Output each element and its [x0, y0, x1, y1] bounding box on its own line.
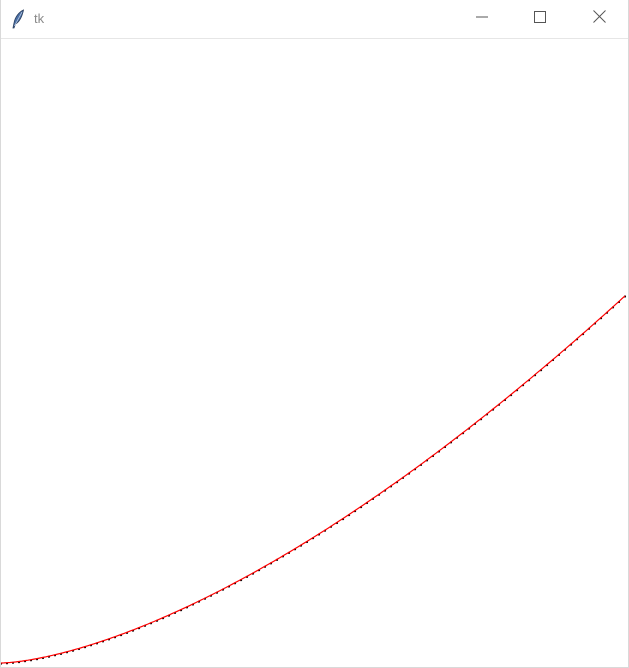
- red-curve: [1, 295, 626, 664]
- tk-window: tk: [0, 0, 629, 668]
- window-title: tk: [34, 11, 45, 26]
- close-icon: [592, 10, 606, 28]
- title-bar[interactable]: tk: [1, 0, 628, 38]
- maximize-button[interactable]: [517, 0, 563, 38]
- minimize-icon: [476, 10, 488, 28]
- minimize-button[interactable]: [459, 0, 505, 38]
- drawing-canvas[interactable]: [1, 39, 628, 667]
- marker-group: [1, 295, 627, 665]
- feather-icon: [11, 9, 25, 29]
- curve-plot: [1, 295, 627, 665]
- close-button[interactable]: [576, 0, 622, 38]
- maximize-icon: [534, 10, 546, 28]
